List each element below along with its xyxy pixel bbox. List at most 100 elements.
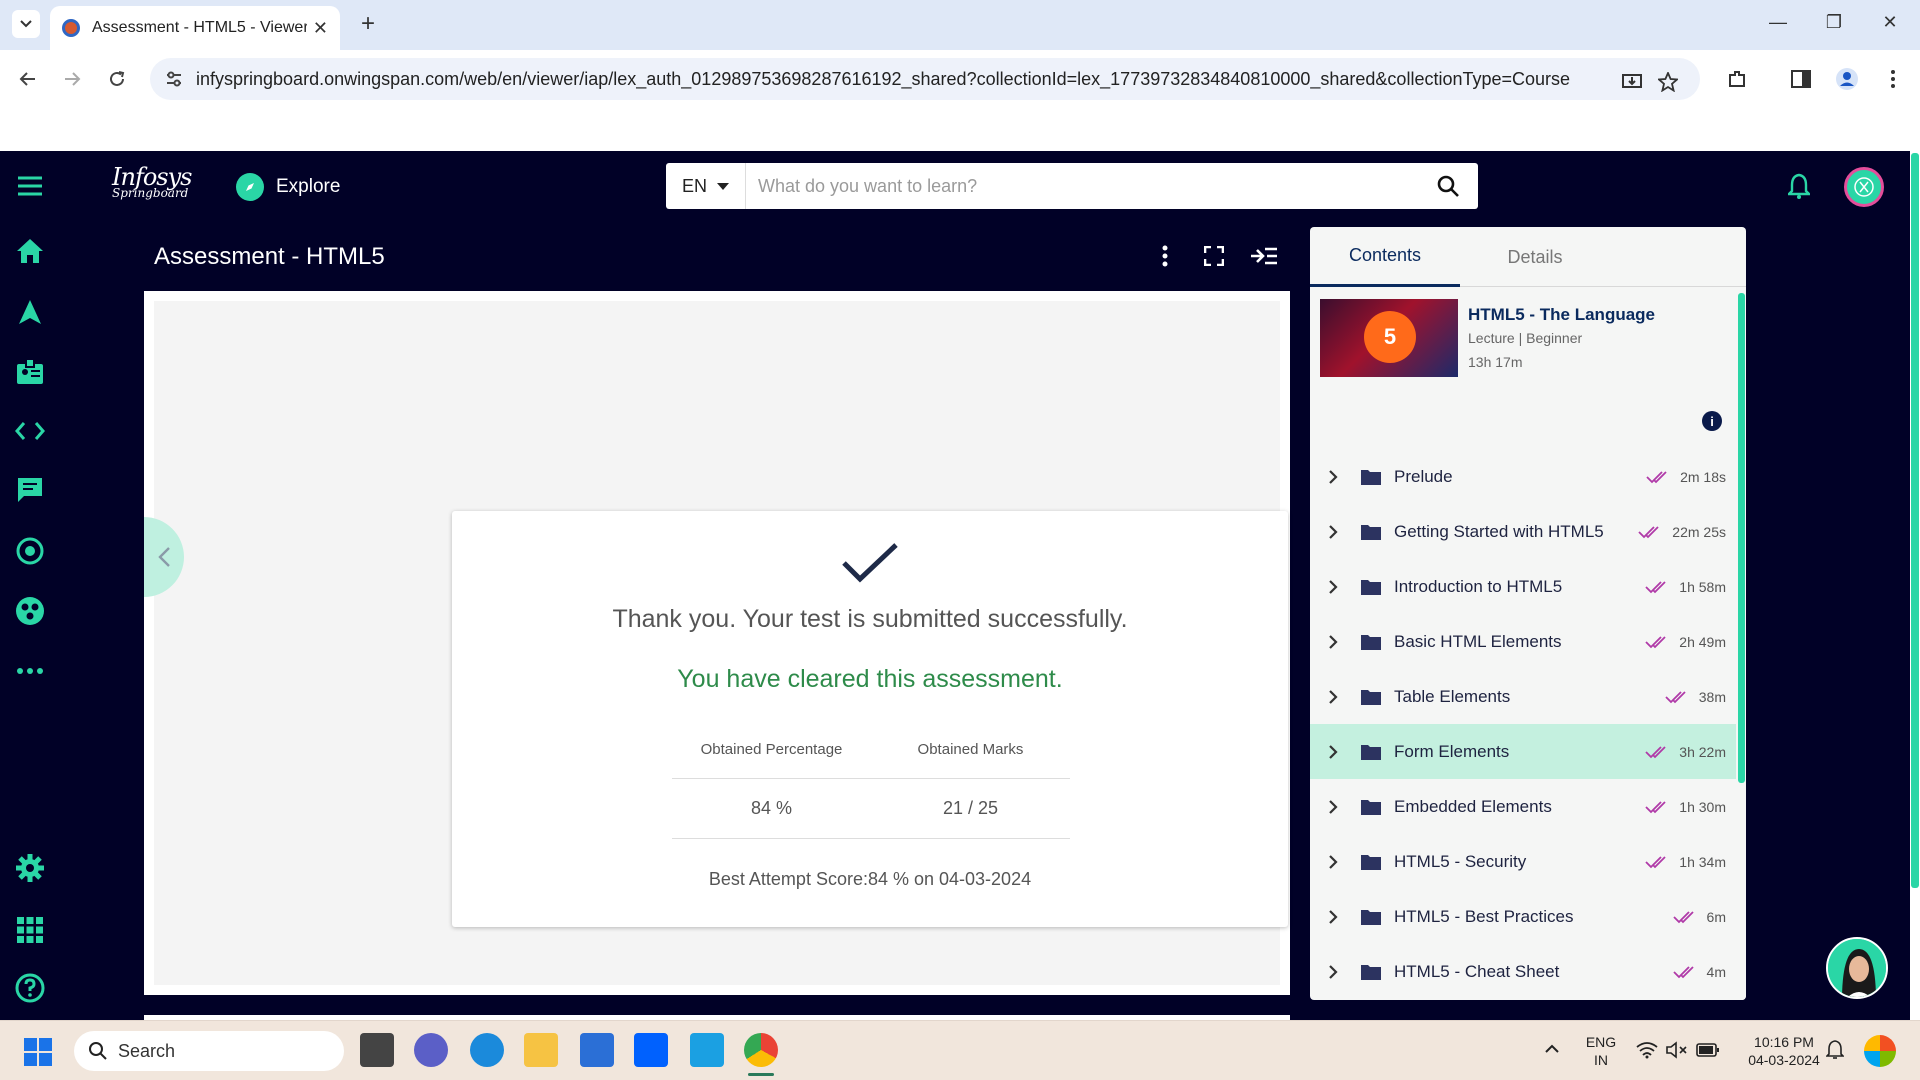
bookmark-star-icon[interactable] [1656,70,1680,94]
folder-icon [1361,799,1381,815]
tab-details[interactable]: Details [1460,227,1610,287]
module-item[interactable]: Prelude 2m 18s [1310,449,1736,504]
browser-menu-icon[interactable] [1880,66,1906,92]
module-item[interactable]: Getting Started with HTML5 22m 25s [1310,504,1736,559]
new-tab-button[interactable]: + [354,10,382,38]
community-icon[interactable] [13,594,47,628]
forward-arrow-icon[interactable] [58,64,88,94]
fullscreen-icon[interactable] [1199,241,1229,271]
collapse-panel-icon[interactable] [1249,241,1279,271]
dropbox-icon[interactable] [634,1033,668,1067]
search-input[interactable] [746,164,1418,208]
settings-gear-icon[interactable] [13,851,47,885]
module-item[interactable]: Embedded Elements 1h 30m [1310,779,1736,834]
side-panel-icon[interactable] [1788,66,1814,92]
module-duration: 1h 58m [1679,578,1726,595]
module-item-active[interactable]: Form Elements 3h 22m [1310,724,1736,779]
target-icon[interactable] [13,534,47,568]
info-icon[interactable]: i [1702,411,1722,431]
notifications-icon[interactable] [1825,1040,1845,1065]
module-item[interactable]: HTML5 - Best Practices 6m [1310,889,1736,944]
site-settings-icon[interactable] [164,69,184,89]
input-language[interactable]: ENG IN [1584,1033,1618,1069]
course-summary[interactable]: 5 HTML5 - The Language Lecture | Beginne… [1320,299,1730,377]
result-table: Obtained Percentage Obtained Marks 84 % … [672,721,1070,839]
result-table-row: 84 % 21 / 25 [672,779,1070,839]
chevron-right-icon [1328,579,1342,595]
tab-search-button[interactable] [12,10,40,38]
code-icon[interactable] [13,414,47,448]
module-label: HTML5 - Best Practices [1394,906,1574,926]
back-arrow-icon[interactable] [12,64,42,94]
infosys-springboard-logo[interactable]: Infosys Springboard [112,165,192,199]
extensions-icon[interactable] [1724,66,1750,92]
browser-tab-active[interactable]: Assessment - HTML5 - Viewer P ✕ [50,6,340,50]
address-bar[interactable]: infyspringboard.onwingspan.com/web/en/vi… [150,58,1700,100]
help-icon[interactable] [13,971,47,1005]
menu-icon[interactable] [13,169,47,203]
language-value: EN [681,175,707,196]
double-check-icon [1638,525,1659,538]
reload-icon[interactable] [102,64,132,94]
tab-contents[interactable]: Contents [1310,227,1460,287]
double-check-icon [1672,910,1694,923]
caret-down-icon [717,182,729,190]
apps-grid-icon[interactable] [13,913,47,947]
edge-icon[interactable] [470,1033,504,1067]
more-options-icon[interactable] [1150,241,1180,271]
explore-link[interactable]: Explore [236,173,340,201]
folder-icon [1361,689,1381,705]
chat-icon[interactable] [13,473,47,507]
wifi-icon[interactable] [1636,1041,1658,1064]
assistant-avatar[interactable] [1826,937,1888,999]
taskbar-search-label: Search [118,1040,176,1061]
more-icon[interactable] [13,654,47,688]
copilot-icon[interactable] [1864,1035,1896,1067]
obtained-percentage: 84 % [750,798,793,818]
module-label: Getting Started with HTML5 [1394,521,1604,541]
module-item[interactable]: Basic HTML Elements 2h 49m [1310,614,1736,669]
chevron-up-icon[interactable] [1544,1041,1560,1059]
module-label: Prelude [1394,466,1453,486]
module-item[interactable]: Table Elements 38m [1310,669,1736,724]
volume-muted-icon[interactable] [1666,1041,1688,1064]
close-tab-icon[interactable]: ✕ [313,18,328,39]
badge-icon[interactable] [13,354,47,388]
page-scrollbar-thumb[interactable] [1911,153,1919,888]
windows-start-icon[interactable] [24,1038,52,1066]
module-duration: 6m [1706,908,1726,925]
task-view-icon[interactable] [360,1033,394,1067]
mail-icon[interactable] [580,1033,614,1067]
install-app-icon[interactable] [1620,70,1644,94]
language-select[interactable]: EN [666,163,746,209]
file-explorer-icon[interactable] [524,1033,558,1067]
profile-icon[interactable] [1834,66,1860,92]
module-label: Introduction to HTML5 [1394,576,1563,596]
module-item[interactable]: HTML5 - Cheat Sheet 4m [1310,944,1736,999]
battery-icon[interactable] [1696,1042,1720,1063]
taskbar-search[interactable]: Search [74,1031,344,1071]
clock[interactable]: 10:16 PM 04-03-2024 [1736,1033,1832,1069]
assistant-avatar-icon [1828,939,1886,997]
search-icon[interactable] [1418,163,1478,209]
chevron-right-icon [1328,964,1342,980]
close-window-icon[interactable]: ✕ [1878,12,1902,33]
teams-icon[interactable] [414,1033,448,1067]
module-item[interactable]: Introduction to HTML5 1h 58m [1310,559,1736,614]
viewer-canvas: Thank you. Your test is submitted succes… [154,301,1288,985]
module-duration: 22m 25s [1672,523,1726,540]
user-avatar[interactable] [1844,167,1884,207]
navigation-arrow-icon[interactable] [13,295,47,329]
chrome-icon[interactable] [744,1033,778,1067]
remote-desktop-icon[interactable] [690,1033,724,1067]
panel-scrollbar-thumb[interactable] [1738,293,1745,783]
home-icon[interactable] [13,234,47,268]
restore-icon[interactable]: ❐ [1822,12,1846,33]
chevron-right-icon [1328,689,1342,705]
site-favicon-icon [62,19,80,37]
minimize-icon[interactable]: — [1766,12,1790,33]
notification-bell-icon[interactable] [1786,173,1812,204]
module-duration: 2h 49m [1679,633,1726,650]
module-item[interactable]: HTML5 - Security 1h 34m [1310,834,1736,889]
course-duration: 13h 17m [1468,354,1523,370]
